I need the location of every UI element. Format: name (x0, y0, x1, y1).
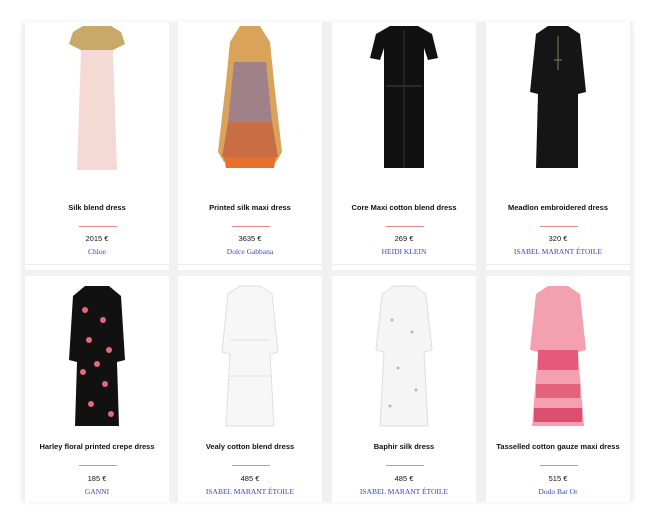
product-price: 269 € (394, 234, 414, 243)
product-title[interactable]: Meadlon embroidered dress (490, 203, 626, 212)
title-divider (386, 226, 424, 227)
product-card[interactable]: Baphir silk dress 485 € ISABEL MARANT ÉT… (332, 276, 476, 502)
title-divider (232, 226, 270, 227)
product-price: 185 € (87, 474, 107, 483)
title-divider (79, 226, 117, 227)
product-brand-link[interactable]: Chloe (25, 247, 169, 256)
product-brand-link[interactable]: Dolce Gabbana (178, 247, 322, 256)
card-divider (178, 264, 322, 265)
title-divider (540, 226, 578, 227)
product-price: 515 € (548, 474, 568, 483)
product-image[interactable] (178, 280, 322, 430)
product-image[interactable] (25, 280, 169, 430)
product-brand-link[interactable]: Dodo Bar Or (486, 487, 630, 496)
title-divider (540, 465, 578, 466)
product-brand-link[interactable]: ISABEL MARANT ÉTOILE (178, 487, 322, 496)
product-card[interactable]: Silk blend dress 2015 € Chloe ♡⋖ (25, 22, 169, 270)
title-divider (232, 465, 270, 466)
product-image[interactable] (178, 22, 322, 170)
product-price: 485 € (394, 474, 414, 483)
product-price: 3635 € (238, 234, 262, 243)
card-divider (25, 264, 169, 265)
product-title[interactable]: Harley floral printed crepe dress (29, 442, 165, 451)
card-divider (486, 264, 630, 265)
product-price: 485 € (240, 474, 260, 483)
product-title[interactable]: Core Maxi cotton blend dress (336, 203, 472, 212)
title-divider (386, 465, 424, 466)
product-card[interactable]: Tasselled cotton gauze maxi dress 515 € … (486, 276, 630, 502)
product-image[interactable] (486, 22, 630, 170)
product-card[interactable]: Core Maxi cotton blend dress 269 € HEIDI… (332, 22, 476, 270)
product-image[interactable] (332, 22, 476, 170)
product-brand-link[interactable]: ISABEL MARANT ÉTOILE (332, 487, 476, 496)
product-image[interactable] (25, 22, 169, 170)
product-brand-link[interactable]: ISABEL MARANT ÉTOILE (486, 247, 630, 256)
product-price: 320 € (548, 234, 568, 243)
product-price: 2015 € (85, 234, 109, 243)
product-title[interactable]: Baphir silk dress (336, 442, 472, 451)
product-title[interactable]: Silk blend dress (29, 203, 165, 212)
product-title[interactable]: Vealy cotton blend dress (182, 442, 318, 451)
product-title[interactable]: Tasselled cotton gauze maxi dress (490, 442, 626, 451)
product-title[interactable]: Printed silk maxi dress (182, 203, 318, 212)
product-brand-link[interactable]: HEIDI KLEIN (332, 247, 476, 256)
title-divider (79, 465, 117, 466)
product-image[interactable] (332, 280, 476, 430)
product-brand-link[interactable]: GANNI (25, 487, 169, 496)
product-image[interactable] (486, 280, 630, 430)
product-card[interactable]: Printed silk maxi dress 3635 € Dolce Gab… (178, 22, 322, 270)
product-card[interactable]: Meadlon embroidered dress 320 € ISABEL M… (486, 22, 630, 270)
product-card[interactable]: Harley floral printed crepe dress 185 € … (25, 276, 169, 502)
product-card[interactable]: Vealy cotton blend dress 485 € ISABEL MA… (178, 276, 322, 502)
card-divider (332, 264, 476, 265)
